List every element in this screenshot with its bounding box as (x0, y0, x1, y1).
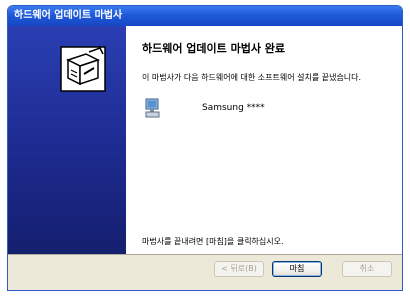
wizard-heading: 하드웨어 업데이트 마법사 완료 (142, 42, 286, 55)
hardware-update-wizard-window: 하드웨어 업데이트 마법사 하드웨어 업데이트 마법사 완료 이 마법사가 다음… (7, 5, 403, 291)
wizard-content: 하드웨어 업데이트 마법사 완료 이 마법사가 다음 하드웨어에 대한 소프트웨… (8, 26, 402, 254)
monitor-icon (145, 98, 160, 118)
cancel-button[interactable]: 취소 (342, 261, 392, 277)
wizard-description: 이 마법사가 다음 하드웨어에 대한 소프트웨어 설치를 끝냈습니다. (142, 73, 362, 82)
finish-instruction: 마법사를 끝내려면 [마침]을 클릭하십시오. (142, 237, 284, 246)
title-bar[interactable]: 하드웨어 업데이트 마법사 (8, 6, 402, 26)
button-bar: < 뒤로(B) 마침 취소 (8, 254, 402, 290)
device-name: Samsung **** (202, 103, 265, 113)
hardware-wizard-icon (60, 46, 106, 92)
wizard-banner (8, 26, 126, 254)
window-title: 하드웨어 업데이트 마법사 (14, 10, 123, 21)
wizard-panel: 하드웨어 업데이트 마법사 완료 이 마법사가 다음 하드웨어에 대한 소프트웨… (126, 26, 402, 254)
finish-button[interactable]: 마침 (272, 261, 322, 277)
back-button[interactable]: < 뒤로(B) (214, 261, 264, 277)
